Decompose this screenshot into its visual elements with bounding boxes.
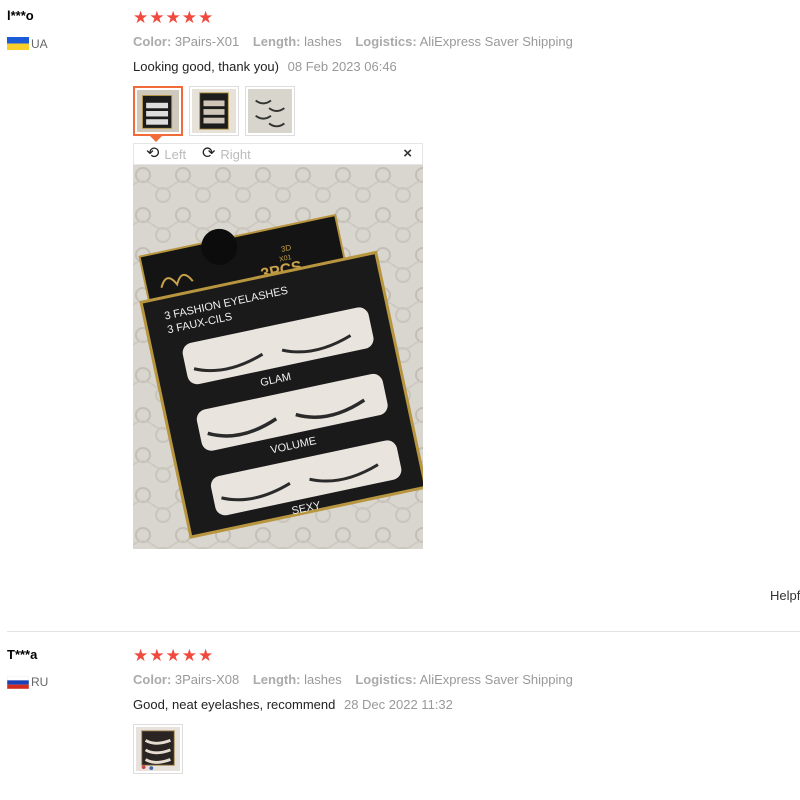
star-icon: ★ — [198, 8, 214, 27]
thumbnail-image — [136, 727, 180, 771]
attr-length-label: Length: — [252, 34, 301, 49]
sku-attributes: Color: 3Pairs-X08 Length: lashes Logisti… — [133, 672, 583, 687]
review-date: 28 Dec 2022 11:32 — [343, 697, 453, 712]
star-icon: ★ — [181, 646, 197, 665]
photo-thumbnail-1[interactable] — [133, 724, 183, 774]
review-2: T***a RU ★ ★ ★ ★ ★ Color: 3Pairs-X08 Len… — [0, 632, 800, 800]
thumbnail-image — [248, 89, 292, 133]
photo-thumbnail-3[interactable] — [245, 86, 295, 136]
review-photo-large: 3D X01 3PCS 3 FASHION EYELASHES 3 FAUX-C… — [133, 165, 423, 549]
star-icon: ★ — [149, 646, 165, 665]
star-icon: ★ — [133, 646, 149, 665]
comment-text: Good, neat eyelashes, recommend — [133, 697, 336, 712]
attr-length-value: lashes — [304, 34, 342, 49]
review-photo-thumbnails — [133, 724, 183, 774]
eyelash-box-photo: 3D X01 3PCS 3 FASHION EYELASHES 3 FAUX-C… — [133, 165, 423, 549]
attr-logistics-label: Logistics: — [355, 34, 417, 49]
review-photo-thumbnails — [133, 86, 295, 136]
attr-color-value: 3Pairs-X01 — [174, 34, 240, 49]
rotate-right-icon: ⟳ — [202, 145, 216, 162]
comment-text: Looking good, thank you) — [133, 59, 279, 74]
rotate-left-button[interactable]: ⟲ Left — [146, 146, 186, 162]
star-icon: ★ — [165, 646, 181, 665]
review-date: 08 Feb 2023 06:46 — [287, 59, 397, 74]
attr-length-label: Length: — [252, 672, 301, 687]
attr-logistics-value: AliExpress Saver Shipping — [419, 34, 573, 49]
ukraine-flag-icon — [7, 37, 29, 50]
star-rating: ★ ★ ★ ★ ★ — [133, 647, 213, 664]
photo-thumbnail-1[interactable] — [133, 86, 183, 136]
photo-thumbnail-2[interactable] — [189, 86, 239, 136]
attr-logistics-label: Logistics: — [355, 672, 417, 687]
thumbnail-image — [137, 90, 179, 132]
reviewer-country: UA — [31, 37, 48, 51]
rotate-right-label: Right — [220, 146, 251, 162]
reviewer-country: RU — [31, 675, 49, 689]
rotate-left-icon: ⟲ — [146, 145, 160, 162]
star-rating: ★ ★ ★ ★ ★ — [133, 9, 213, 26]
russia-flag-icon — [7, 676, 29, 689]
reviewer-name: T***a — [7, 647, 38, 662]
star-icon: ★ — [149, 8, 165, 27]
star-icon: ★ — [181, 8, 197, 27]
thumbnail-image — [192, 89, 236, 133]
helpful-label[interactable]: Helpf — [770, 588, 800, 603]
star-icon: ★ — [165, 8, 181, 27]
review-comment: Good, neat eyelashes, recommend 28 Dec 2… — [133, 697, 453, 712]
attr-color-value: 3Pairs-X08 — [174, 672, 240, 687]
rotate-right-button[interactable]: ⟳ Right — [202, 146, 251, 162]
sku-attributes: Color: 3Pairs-X01 Length: lashes Logisti… — [133, 34, 583, 49]
reviewer-name: l***o — [7, 8, 34, 23]
attr-color-label: Color: — [133, 34, 172, 49]
close-icon[interactable]: × — [403, 145, 412, 162]
rotate-left-label: Left — [164, 146, 187, 162]
attr-logistics-value: AliExpress Saver Shipping — [419, 672, 573, 687]
photo-viewer-toolbar: ⟲ Left ⟳ Right × — [133, 143, 423, 165]
review-comment: Looking good, thank you) 08 Feb 2023 06:… — [133, 59, 397, 74]
attr-color-label: Color: — [133, 672, 172, 687]
active-thumbnail-pointer — [150, 136, 162, 142]
star-icon: ★ — [198, 646, 214, 665]
star-icon: ★ — [133, 8, 149, 27]
attr-length-value: lashes — [304, 672, 342, 687]
